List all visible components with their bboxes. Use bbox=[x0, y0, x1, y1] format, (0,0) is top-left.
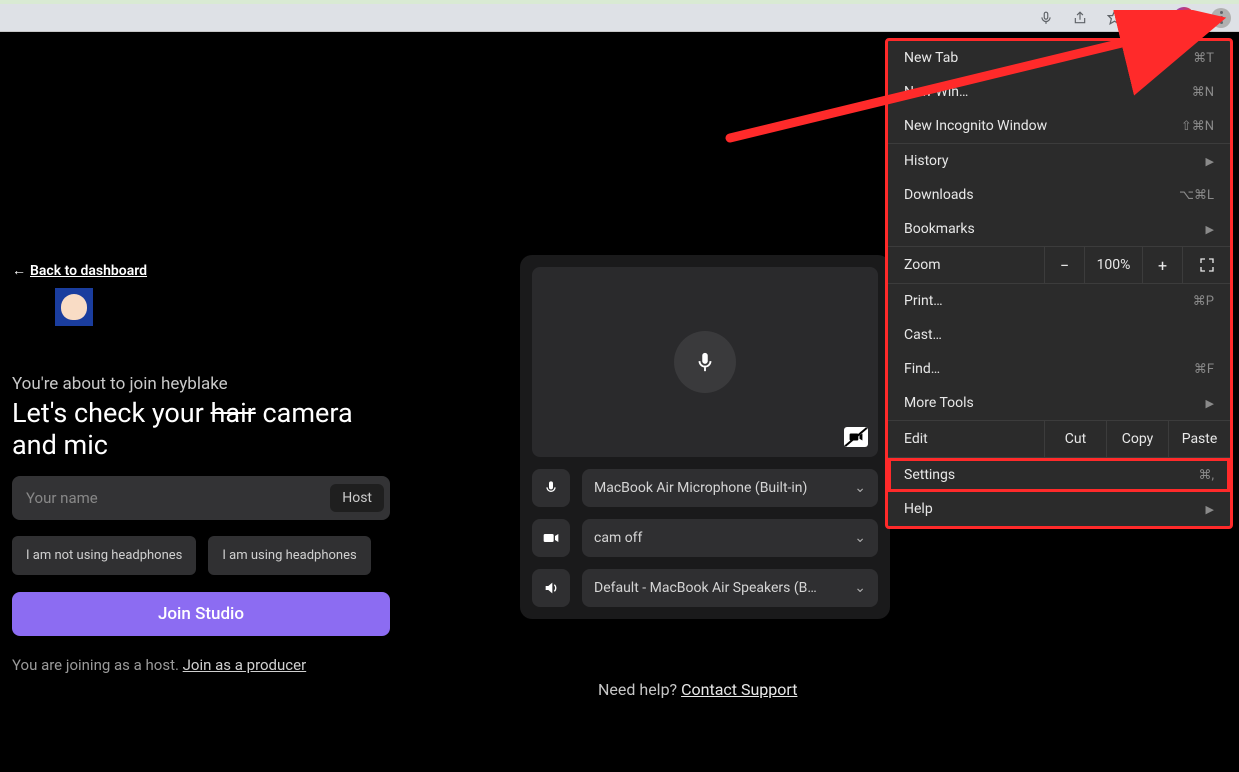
edit-paste-button[interactable]: Paste bbox=[1168, 421, 1230, 457]
camera-toggle-button[interactable] bbox=[532, 519, 570, 557]
bookmark-star-icon[interactable] bbox=[1105, 9, 1123, 27]
back-to-dashboard-link[interactable]: ← Back to dashboard bbox=[12, 262, 147, 279]
chevron-down-icon: ⌄ bbox=[854, 580, 866, 596]
menu-bookmarks[interactable]: Bookmarks▶ bbox=[888, 212, 1230, 246]
about-to-join-text: You're about to join heyblake bbox=[12, 374, 228, 394]
menu-find[interactable]: Find…⌘F bbox=[888, 352, 1230, 386]
device-preview-panel: MacBook Air Microphone (Built-in) ⌄ cam … bbox=[520, 255, 890, 619]
using-headphones-button[interactable]: I am using headphones bbox=[208, 536, 370, 575]
menu-print[interactable]: Print…⌘P bbox=[888, 284, 1230, 318]
menu-edit-label: Edit bbox=[888, 422, 1044, 456]
preview-mic-icon bbox=[674, 331, 736, 393]
chrome-menu-button[interactable] bbox=[1211, 8, 1231, 28]
zoom-out-button[interactable]: − bbox=[1044, 247, 1084, 283]
chevron-down-icon: ⌄ bbox=[854, 530, 866, 546]
camera-preview-area bbox=[532, 267, 878, 457]
mic-toggle-button[interactable] bbox=[532, 469, 570, 507]
headphones-options: I am not using headphones I am using hea… bbox=[12, 536, 371, 575]
share-icon[interactable] bbox=[1071, 9, 1089, 27]
microphone-select-label: MacBook Air Microphone (Built-in) bbox=[594, 480, 807, 496]
arrow-left-icon: ← bbox=[12, 262, 26, 279]
edit-cut-button[interactable]: Cut bbox=[1044, 421, 1106, 457]
name-input[interactable] bbox=[26, 489, 330, 507]
menu-settings[interactable]: Settings⌘, bbox=[888, 458, 1230, 492]
host-badge: Host bbox=[330, 484, 384, 512]
menu-edit-row: Edit Cut Copy Paste bbox=[888, 421, 1230, 457]
menu-zoom-row: Zoom − 100% + bbox=[888, 247, 1230, 283]
speaker-select[interactable]: Default - MacBook Air Speakers (B… ⌄ bbox=[582, 569, 878, 607]
fullscreen-button[interactable] bbox=[1182, 247, 1230, 283]
host-note: You are joining as a host. Join as a pro… bbox=[12, 656, 306, 674]
menu-downloads[interactable]: Downloads⌥⌘L bbox=[888, 178, 1230, 212]
menu-more-tools[interactable]: More Tools▶ bbox=[888, 386, 1230, 420]
menu-new-window[interactable]: New Win…⌘N bbox=[888, 75, 1230, 109]
submenu-caret-icon: ▶ bbox=[1206, 155, 1214, 168]
speaker-select-label: Default - MacBook Air Speakers (B… bbox=[594, 580, 817, 596]
need-help-text: Need help? Contact Support bbox=[598, 680, 797, 699]
not-using-headphones-button[interactable]: I am not using headphones bbox=[12, 536, 196, 575]
speaker-toggle-button[interactable] bbox=[532, 569, 570, 607]
menu-incognito[interactable]: New Incognito Window⇧⌘N bbox=[888, 109, 1230, 143]
contact-support-link[interactable]: Contact Support bbox=[681, 680, 797, 699]
submenu-caret-icon: ▶ bbox=[1206, 397, 1214, 410]
chrome-menu-popup: New Tab⌘T New Win…⌘N New Incognito Windo… bbox=[885, 38, 1233, 529]
menu-zoom-label: Zoom bbox=[888, 248, 1044, 282]
profile-avatar[interactable] bbox=[1173, 7, 1195, 29]
menu-history[interactable]: History▶ bbox=[888, 144, 1230, 178]
voice-search-icon[interactable] bbox=[1037, 9, 1055, 27]
menu-help[interactable]: Help▶ bbox=[888, 492, 1230, 526]
edit-copy-button[interactable]: Copy bbox=[1106, 421, 1168, 457]
name-input-container: Host bbox=[12, 476, 390, 520]
back-link-label: Back to dashboard bbox=[30, 263, 147, 279]
zoom-in-button[interactable]: + bbox=[1142, 247, 1182, 283]
camera-select-label: cam off bbox=[594, 530, 642, 546]
menu-cast[interactable]: Cast… bbox=[888, 318, 1230, 352]
sidepanel-icon[interactable] bbox=[1139, 9, 1157, 27]
chevron-down-icon: ⌄ bbox=[854, 480, 866, 496]
submenu-caret-icon: ▶ bbox=[1206, 223, 1214, 236]
user-avatar-thumbnail bbox=[55, 288, 93, 326]
zoom-value: 100% bbox=[1084, 247, 1142, 283]
check-camera-mic-heading: Let's check your hair camera and mic bbox=[12, 398, 402, 462]
menu-new-tab[interactable]: New Tab⌘T bbox=[888, 41, 1230, 75]
microphone-select[interactable]: MacBook Air Microphone (Built-in) ⌄ bbox=[582, 469, 878, 507]
camera-select[interactable]: cam off ⌄ bbox=[582, 519, 878, 557]
join-studio-button[interactable]: Join Studio bbox=[12, 592, 390, 636]
camera-off-icon bbox=[844, 427, 868, 447]
submenu-caret-icon: ▶ bbox=[1206, 503, 1214, 516]
join-as-producer-link[interactable]: Join as a producer bbox=[183, 656, 307, 674]
browser-toolbar bbox=[0, 4, 1239, 32]
